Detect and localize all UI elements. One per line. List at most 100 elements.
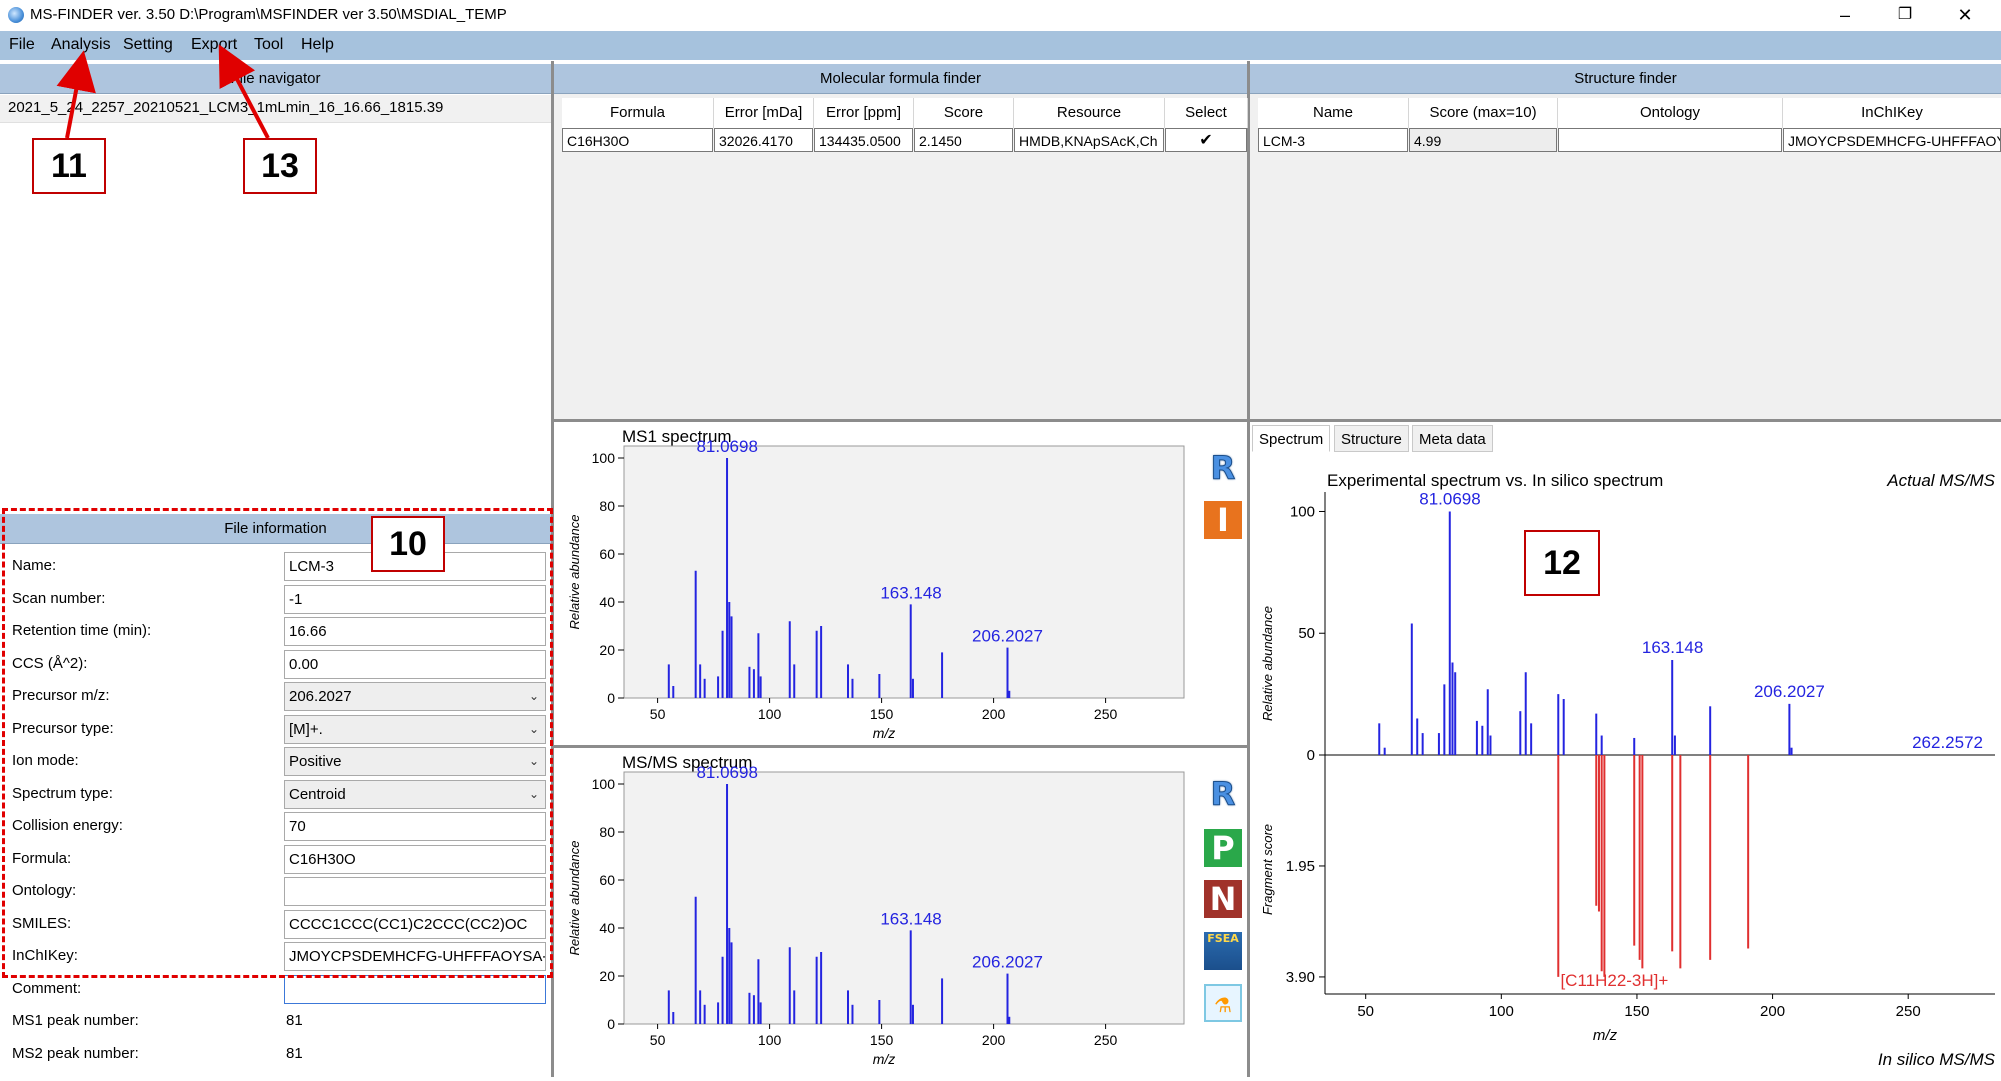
tab-meta-data[interactable]: Meta data xyxy=(1412,425,1493,452)
x-axis-label: m/z xyxy=(1593,1027,1618,1044)
x-tick-label: 200 xyxy=(982,1032,1006,1048)
reference-icon[interactable]: R xyxy=(1204,449,1242,488)
y-tick-label: 80 xyxy=(599,498,615,514)
y-tick-label: 0 xyxy=(1307,747,1315,764)
cell-ontology[interactable] xyxy=(1558,128,1782,152)
annotation-arrows xyxy=(56,44,270,139)
cell-score-max[interactable]: 4.99 xyxy=(1409,128,1557,152)
x-tick-label: 50 xyxy=(650,1032,666,1048)
spectrum-tab-content: Experimental spectrum vs. In silico spec… xyxy=(1250,452,2001,1077)
cell-resource[interactable]: HMDB,KNApSAcK,Ch xyxy=(1014,128,1164,152)
minimize-button[interactable]: – xyxy=(1822,0,1868,30)
y-tick-label: 60 xyxy=(599,546,615,562)
y-tick-label: 40 xyxy=(599,594,615,610)
plot-area xyxy=(623,445,1185,699)
col-error-mda[interactable]: Error [mDa] xyxy=(714,98,814,128)
arrow-11 xyxy=(56,50,96,139)
x-tick-label: 250 xyxy=(1094,1032,1118,1048)
formula-grid-header: Formula Error [mDa] Error [ppm] Score Re… xyxy=(562,98,1248,128)
cell-formula[interactable]: C16H30O xyxy=(562,128,713,152)
tool-icon[interactable]: ⚗ xyxy=(1204,984,1242,1022)
x-tick-label: 200 xyxy=(1760,1003,1785,1020)
col-resource[interactable]: Resource xyxy=(1014,98,1165,128)
reference-icon[interactable]: R xyxy=(1204,775,1242,814)
insilico-fragment-label: [C11H22-3H]+ xyxy=(1560,971,1668,990)
cell-score[interactable]: 2.1450 xyxy=(914,128,1013,152)
x-tick-label: 50 xyxy=(650,706,666,722)
x-tick-label: 150 xyxy=(870,706,894,722)
x-axis-label: m/z xyxy=(873,725,896,741)
actual-msms-tag: Actual MS/MS xyxy=(1886,471,1995,490)
peak-label: 206.2027 xyxy=(972,627,1043,646)
cell-error-mda[interactable]: 32026.4170 xyxy=(714,128,813,152)
annotation-label-12: 12 xyxy=(1524,530,1600,596)
y-tick-label: 80 xyxy=(599,824,615,840)
isotope-icon[interactable]: I xyxy=(1204,501,1242,539)
select-checkbox[interactable]: ✔ xyxy=(1165,128,1247,152)
peak-label: 163.148 xyxy=(1642,638,1703,657)
ms1-spectrum-chart[interactable]: MS1 spectrum02040608010050 100 150 200 250Re… xyxy=(554,422,1247,745)
x-tick-label: 250 xyxy=(1094,706,1118,722)
cell-error-ppm[interactable]: 134435.0500 xyxy=(814,128,913,152)
annotation-dashed-frame xyxy=(2,508,553,978)
plot-area xyxy=(623,771,1185,1025)
y-axis-label-top: Relative abundance xyxy=(1260,606,1275,721)
col-error-ppm[interactable]: Error [ppm] xyxy=(814,98,914,128)
peak-label: 262.2572 xyxy=(1912,733,1983,752)
ms1-spectrum-panel: MS1 spectrum 0 20 40 60 80 100 50 100 150 200 250 Re… xyxy=(554,422,1247,745)
col-score[interactable]: Score xyxy=(914,98,1014,128)
x-tick-label: 50 xyxy=(1357,1003,1374,1020)
peak-label: 81.0698 xyxy=(696,763,757,782)
label-ms1-peak-number: MS1 peak number: xyxy=(12,1012,139,1029)
mirror-spectrum-chart[interactable]: Experimental spectrum vs. In silico spec… xyxy=(1250,452,2001,1077)
x-tick-label: 100 xyxy=(758,706,782,722)
n-icon[interactable]: N xyxy=(1204,880,1242,918)
msms-spectrum-panel: MS/MS spectrum 0 20 40 60 80 100 50 100 150 200 250… xyxy=(554,748,1247,1077)
y-axis-label: Relative abundance xyxy=(567,841,582,956)
value-ms2-peak-number: 81 xyxy=(286,1044,303,1062)
col-name[interactable]: Name xyxy=(1258,98,1409,128)
y-tick-label: 20 xyxy=(599,642,615,658)
y-tick-label: 50 xyxy=(1298,625,1315,642)
y-tick-label: 100 xyxy=(1290,503,1315,520)
fsea-icon[interactable]: FSEA xyxy=(1204,932,1242,970)
col-inchikey[interactable]: InChIKey xyxy=(1783,98,2001,128)
peak-label: 81.0698 xyxy=(1419,489,1480,508)
label-ms2-peak-number: MS2 peak number: xyxy=(12,1044,139,1062)
col-formula[interactable]: Formula xyxy=(562,98,714,128)
x-axis-label: m/z xyxy=(873,1051,896,1067)
col-ontology[interactable]: Ontology xyxy=(1558,98,1783,128)
table-row[interactable]: LCM-3 4.99 JMOYCPSDEMHCFG-UHFFFAOYSA-N xyxy=(1258,128,2001,154)
x-tick-label: 100 xyxy=(1489,1003,1514,1020)
y-tick-label: 3.90 xyxy=(1286,969,1315,986)
close-button[interactable]: ✕ xyxy=(1942,0,1988,30)
y-tick-label: 100 xyxy=(592,776,616,792)
peak-label: 163.148 xyxy=(880,909,941,928)
restore-button[interactable]: ❐ xyxy=(1882,0,1928,30)
col-score-max[interactable]: Score (max=10) xyxy=(1409,98,1558,128)
x-tick-label: 150 xyxy=(870,1032,894,1048)
label-comment: Comment: xyxy=(12,979,82,997)
arrow-13 xyxy=(218,44,270,139)
structure-grid-header: Name Score (max=10) Ontology InChIKey xyxy=(1258,98,2001,128)
structure-finder-panel: Structure finder Name Score (max=10) Ont… xyxy=(1250,64,2001,419)
table-row[interactable]: C16H30O 32026.4170 134435.0500 2.1450 HM… xyxy=(562,128,1247,154)
col-select[interactable]: Select xyxy=(1165,98,1248,128)
x-tick-label: 100 xyxy=(758,1032,782,1048)
y-axis-label: Relative abundance xyxy=(567,515,582,630)
annotation-label-10: 10 xyxy=(371,516,445,572)
splitter-right-h[interactable] xyxy=(1250,419,2001,422)
field-comment[interactable] xyxy=(284,974,546,1004)
tab-spectrum[interactable]: Spectrum xyxy=(1252,425,1331,452)
y-tick-label: 60 xyxy=(599,872,615,888)
p-icon[interactable]: P xyxy=(1204,829,1242,867)
y-tick-label: 100 xyxy=(592,450,616,466)
cell-inchikey[interactable]: JMOYCPSDEMHCFG-UHFFFAOYSA-N xyxy=(1783,128,2001,152)
cell-name[interactable]: LCM-3 xyxy=(1258,128,1408,152)
tab-structure[interactable]: Structure xyxy=(1334,425,1409,452)
y-tick-label: 20 xyxy=(599,968,615,984)
y-tick-label: 0 xyxy=(607,690,615,706)
msms-spectrum-chart[interactable]: MS/MS spectrum02040608010050 100 150 200 250… xyxy=(554,748,1247,1077)
chart-title: Experimental spectrum vs. In silico spec… xyxy=(1327,471,1663,490)
peak-label: 206.2027 xyxy=(972,953,1043,972)
